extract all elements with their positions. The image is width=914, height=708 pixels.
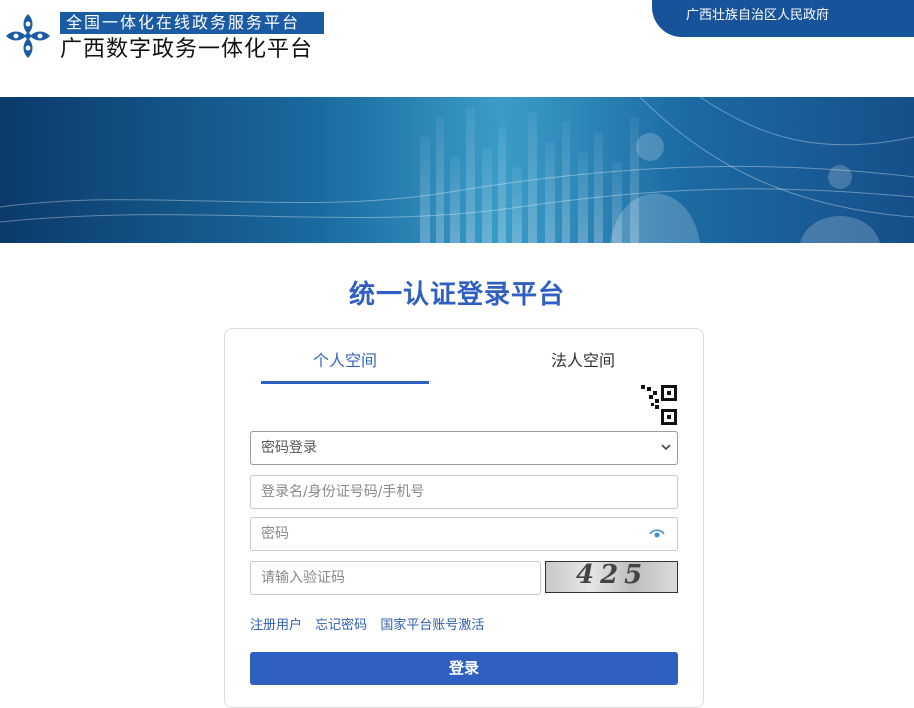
forgot-password-link[interactable]: 忘记密码 — [315, 618, 367, 633]
active-tab-indicator — [261, 381, 429, 384]
password-field[interactable]: 密码 — [250, 517, 678, 551]
register-link[interactable]: 注册用户 — [250, 618, 302, 633]
captcha-image[interactable]: 425 — [545, 561, 678, 593]
login-button[interactable]: 登录 — [250, 652, 678, 685]
captcha-field[interactable]: 请输入验证码 — [250, 561, 541, 595]
password-placeholder: 密码 — [261, 526, 289, 542]
platform-national-title: 全国一体化在线政务服务平台 — [60, 12, 324, 34]
platform-title: 广西数字政务一体化平台 — [60, 37, 314, 62]
captcha-placeholder: 请输入验证码 — [261, 570, 345, 586]
qr-code-icon[interactable] — [635, 383, 679, 427]
eye-icon[interactable] — [649, 529, 665, 539]
captcha-code: 425 — [576, 561, 649, 590]
account-links: 注册用户 忘记密码 国家平台账号激活 — [250, 614, 493, 633]
username-field[interactable]: 登录名/身份证号码/手机号 — [250, 475, 678, 509]
login-type-select[interactable]: 密码登录 — [250, 431, 678, 465]
tab-legal-entity-space[interactable]: 法人空间 — [551, 347, 615, 371]
login-type-value: 密码登录 — [261, 440, 317, 456]
site-header: 全国一体化在线政务服务平台 广西数字政务一体化平台 广西壮族自治区人民政府 — [0, 0, 914, 97]
username-placeholder: 登录名/身份证号码/手机号 — [261, 484, 425, 500]
chevron-down-icon — [661, 444, 671, 451]
gov-site-link[interactable]: 广西壮族自治区人民政府 — [652, 0, 914, 37]
banner-artwork — [0, 97, 914, 243]
page-title: 统一认证登录平台 — [348, 280, 565, 310]
login-card: 个人空间 法人空间 密码登录 登录名/身份证号码/手机号 密码 请输入验证码 4… — [224, 328, 704, 708]
tab-personal-space[interactable]: 个人空间 — [313, 347, 377, 371]
national-account-activation-link[interactable]: 国家平台账号激活 — [380, 618, 484, 633]
hero-banner — [0, 97, 914, 243]
logo-mark-icon — [6, 14, 50, 58]
